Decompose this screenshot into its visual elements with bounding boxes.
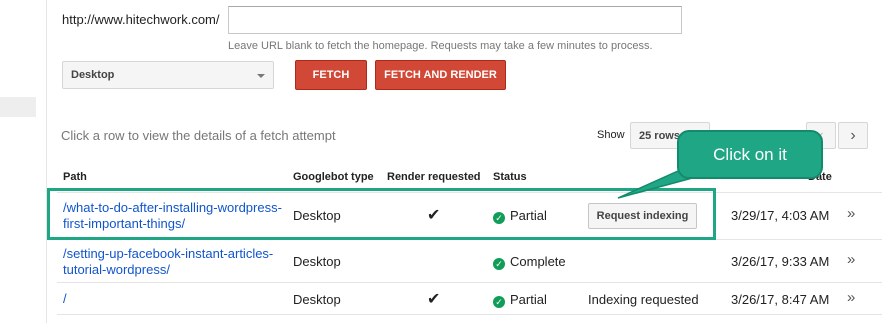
column-header-googlebot-type: Googlebot type [293, 171, 374, 183]
double-chevron-right-icon[interactable]: » [847, 251, 855, 268]
row-date: 3/29/17, 4:03 AM [731, 208, 830, 223]
url-hint-text: Leave URL blank to fetch the homepage. R… [228, 40, 653, 52]
url-path-input[interactable] [228, 6, 682, 34]
row-date: 3/26/17, 9:33 AM [731, 254, 830, 269]
left-navigation-rail [0, 0, 47, 323]
table-row[interactable]: / Desktop ✔ ✓ Partial Indexing requested … [57, 283, 882, 315]
fetch-and-render-button[interactable]: FETCH AND RENDER [375, 60, 506, 90]
row-path-link[interactable]: /setting-up-facebook-instant-articles-tu… [63, 246, 289, 278]
device-type-select[interactable]: Desktop [62, 61, 274, 89]
row-status-text: Complete [510, 254, 566, 269]
row-status: ✓ Complete [493, 254, 566, 270]
indexing-requested-text: Indexing requested [588, 292, 699, 307]
row-googlebot-type: Desktop [293, 292, 341, 307]
url-prefix: http://www.hitechwork.com/ [62, 12, 220, 27]
show-label: Show [597, 129, 625, 141]
fetch-button[interactable]: FETCH [295, 60, 367, 90]
row-path-link[interactable]: / [63, 291, 289, 307]
column-header-status: Status [493, 171, 527, 183]
row-status-text: Partial [510, 292, 547, 307]
table-instruction: Click a row to view the details of a fet… [61, 128, 336, 143]
device-type-value: Desktop [71, 69, 115, 81]
left-navigation-item[interactable] [0, 97, 36, 117]
double-chevron-right-icon[interactable]: » [847, 289, 855, 306]
row-status: ✓ Partial [493, 292, 547, 308]
chevron-down-icon [257, 74, 265, 78]
check-circle-icon: ✓ [493, 296, 505, 308]
checkmark-icon: ✔ [427, 291, 441, 308]
column-header-path: Path [63, 171, 87, 183]
chevron-right-icon: › [850, 127, 856, 144]
check-circle-icon: ✓ [493, 258, 505, 270]
row-googlebot-type: Desktop [293, 254, 341, 269]
row-date: 3/26/17, 8:47 AM [731, 292, 830, 307]
callout-annotation: Click on it [677, 130, 823, 179]
table-row[interactable]: /setting-up-facebook-instant-articles-tu… [57, 240, 882, 283]
next-page-button[interactable]: › [838, 122, 868, 149]
highlight-box [47, 188, 716, 240]
column-header-render-requested: Render requested [387, 171, 481, 183]
double-chevron-right-icon[interactable]: » [847, 205, 855, 222]
